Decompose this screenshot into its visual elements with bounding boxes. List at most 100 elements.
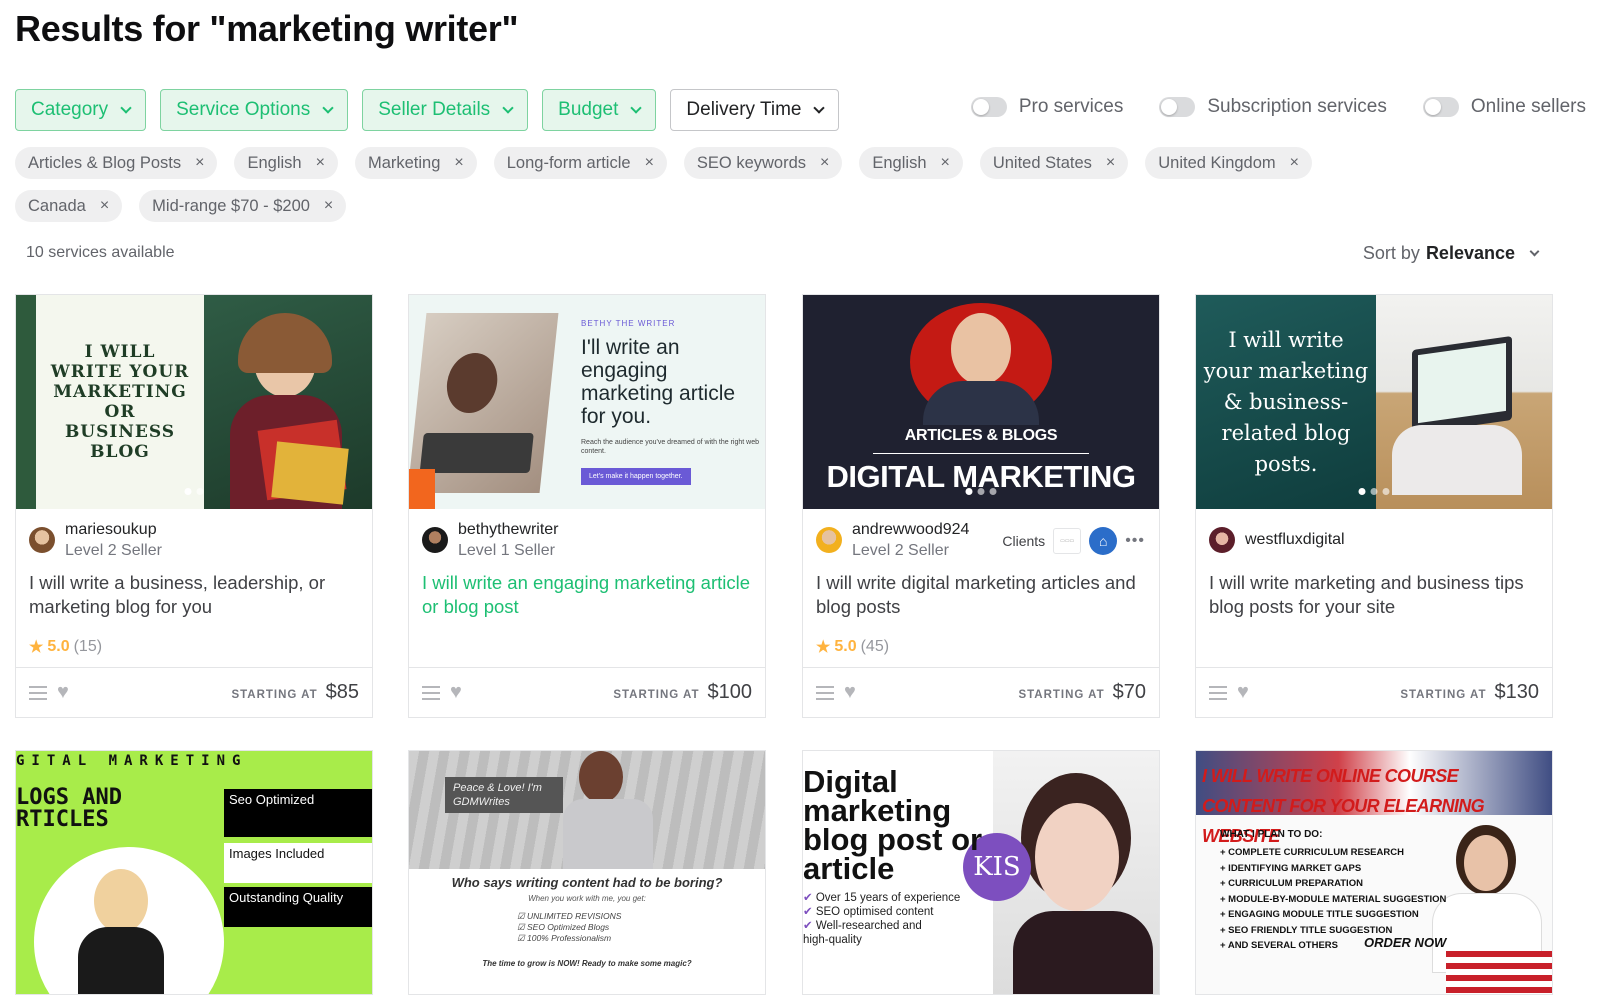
close-icon[interactable]: × (454, 154, 463, 172)
gig-thumbnail[interactable]: BETHY THE WRITER I'll write an engaging … (409, 295, 765, 509)
card-footer: ♥ STARTING AT $85 (16, 667, 372, 717)
close-icon[interactable]: × (1290, 154, 1299, 172)
chevron-down-icon (502, 101, 514, 114)
chevron-down-icon (120, 101, 132, 114)
gig-card[interactable]: KIS Digital marketing blog post or artic… (802, 750, 1160, 995)
close-icon[interactable]: × (941, 154, 950, 172)
thumbnail-text: LOGS AND RTICLES (16, 785, 122, 832)
close-icon[interactable]: × (100, 197, 109, 215)
category-filter[interactable]: Category (15, 89, 147, 131)
close-icon[interactable]: × (316, 154, 325, 172)
service-options-filter[interactable]: Service Options (160, 89, 349, 131)
heart-icon[interactable]: ♥ (1237, 681, 1249, 704)
card-footer: ♥ STARTING AT $70 (803, 667, 1159, 717)
price-amount: $85 (325, 681, 359, 703)
list-icon[interactable] (1209, 685, 1227, 700)
thumbnail-text: I'll write an engaging marketing article… (581, 336, 736, 428)
thumbnail-cta: Let's make it happen together. (581, 468, 691, 485)
seller-name[interactable]: bethythewriter (458, 521, 559, 539)
thumbnail-subtext: When you work with me, you get: (528, 894, 646, 903)
thumbnail-text: GITAL MARKETING (16, 753, 248, 769)
avatar[interactable] (1209, 527, 1235, 553)
plan-item: + ENGAGING MODULE TITLE SUGGESTION (1220, 909, 1419, 920)
rating-empty (1196, 627, 1552, 667)
gig-title[interactable]: I will write an engaging marketing artic… (409, 571, 765, 627)
gig-card[interactable]: I WILL WRITE YOUR MARKETING OR BUSINESS … (15, 294, 373, 718)
seller-name[interactable]: andrewwood924 (852, 521, 969, 539)
thumbnail-badge: Peace & Love! I'm GDMWrites (445, 777, 563, 813)
gig-title[interactable]: I will write digital marketing articles … (803, 571, 1159, 627)
budget-filter[interactable]: Budget (542, 89, 657, 131)
thumbnail-footer: The time to grow is NOW! Ready to make s… (482, 959, 692, 968)
seller-level: Level 2 Seller (65, 541, 162, 559)
price-amount: $70 (1112, 681, 1146, 703)
gig-title[interactable]: I will write a business, leadership, or … (16, 571, 372, 627)
plan-item: + CURRICULUM PREPARATION (1220, 878, 1363, 889)
heart-icon[interactable]: ♥ (844, 681, 856, 704)
price: STARTING AT $85 (231, 681, 359, 703)
heart-icon[interactable]: ♥ (57, 681, 69, 704)
close-icon[interactable]: × (1106, 154, 1115, 172)
thumbnail-subtext: Reach the audience you've dreamed of wit… (581, 439, 760, 455)
seller-name[interactable]: westfluxdigital (1245, 531, 1345, 549)
check-item: ☑ SEO Optimized Blogs (517, 922, 610, 932)
avatar[interactable] (29, 527, 55, 553)
list-icon[interactable] (816, 685, 834, 700)
applied-filter-tags: Articles & Blog Posts × English × Marketin… (15, 147, 1435, 222)
chevron-down-icon (1529, 246, 1540, 256)
avatar[interactable] (816, 527, 842, 553)
card-footer: ♥ STARTING AT $100 (409, 667, 765, 717)
close-icon[interactable]: × (324, 197, 333, 215)
close-icon[interactable]: × (195, 154, 204, 172)
seller-info: westfluxdigital (1196, 509, 1552, 571)
heart-icon[interactable]: ♥ (450, 681, 462, 704)
subscription-services-toggle[interactable] (1159, 97, 1196, 117)
price-amount: $100 (707, 681, 753, 703)
subscription-services-toggle-row: Subscription services (1159, 96, 1387, 118)
plan-title: WHAT I PLAN TO DO: (1220, 829, 1323, 840)
online-sellers-toggle[interactable] (1422, 97, 1459, 117)
filter-tag: Long-form article × (493, 147, 667, 179)
gig-title[interactable]: I will write marketing and business tips… (1196, 571, 1552, 627)
pro-services-label: Pro services (1018, 96, 1124, 117)
seller-info: andrewwood924 Level 2 Seller Clients ▭▭▭… (803, 509, 1159, 571)
filter-tag: English × (859, 147, 963, 179)
gig-card[interactable]: GITAL MARKETING LOGS AND RTICLES Seo Opt… (15, 750, 373, 995)
delivery-time-filter[interactable]: Delivery Time (670, 89, 840, 131)
thumbnail-subtext: ARTICLES & BLOGS (904, 427, 1058, 444)
filter-tag: SEO keywords × (683, 147, 843, 179)
sort-value: Relevance (1425, 243, 1515, 263)
pro-services-toggle[interactable] (970, 97, 1007, 117)
price: STARTING AT $70 (1018, 681, 1146, 703)
list-icon[interactable] (29, 685, 47, 700)
filter-tag: Articles & Blog Posts × (15, 147, 218, 179)
sort-dropdown[interactable]: Sort by Relevance (1363, 243, 1540, 264)
rating-empty (409, 627, 765, 667)
gig-card[interactable]: I will write your marketing & business-r… (1195, 294, 1553, 718)
gig-card[interactable]: BETHY THE WRITER I'll write an engaging … (408, 294, 766, 718)
gig-thumbnail[interactable]: I WILL WRITE YOUR MARKETING OR BUSINESS … (16, 295, 372, 509)
filter-bar: Category Service Options Seller Details … (15, 89, 840, 131)
gig-thumbnail[interactable]: I will write your marketing & business-r… (1196, 295, 1552, 509)
clients[interactable]: Clients ▭▭▭ ⌂ ••• (1002, 527, 1145, 555)
close-icon[interactable]: × (820, 154, 829, 172)
gig-thumbnail[interactable]: ARTICLES & BLOGS DIGITAL MARKETING (803, 295, 1159, 509)
gig-card[interactable]: I WILL WRITE ONLINE COURSE CONTENT FOR Y… (1195, 750, 1553, 995)
price: STARTING AT $130 (1400, 681, 1539, 703)
review-count: (15) (73, 638, 103, 655)
gig-card[interactable]: ARTICLES & BLOGS DIGITAL MARKETING andre… (802, 294, 1160, 718)
close-icon[interactable]: × (645, 154, 654, 172)
seller-name[interactable]: mariesoukup (65, 521, 162, 539)
seller-info: mariesoukup Level 2 Seller (16, 509, 372, 571)
gig-card[interactable]: Peace & Love! I'm GDMWrites Who says wri… (408, 750, 766, 995)
thumbnail-text: I WILL WRITE YOUR MARKETING OR BUSINESS … (50, 342, 190, 462)
plan-item: + COMPLETE CURRICULUM RESEARCH (1220, 847, 1404, 858)
more-icon[interactable]: ••• (1125, 532, 1145, 550)
list-icon[interactable] (422, 685, 440, 700)
seller-details-filter[interactable]: Seller Details (362, 89, 529, 131)
filter-tag: Marketing × (354, 147, 477, 179)
chevron-down-icon (630, 101, 643, 114)
avatar[interactable] (422, 527, 448, 553)
subscription-services-label: Subscription services (1207, 96, 1387, 117)
card-footer: ♥ STARTING AT $130 (1196, 667, 1552, 717)
